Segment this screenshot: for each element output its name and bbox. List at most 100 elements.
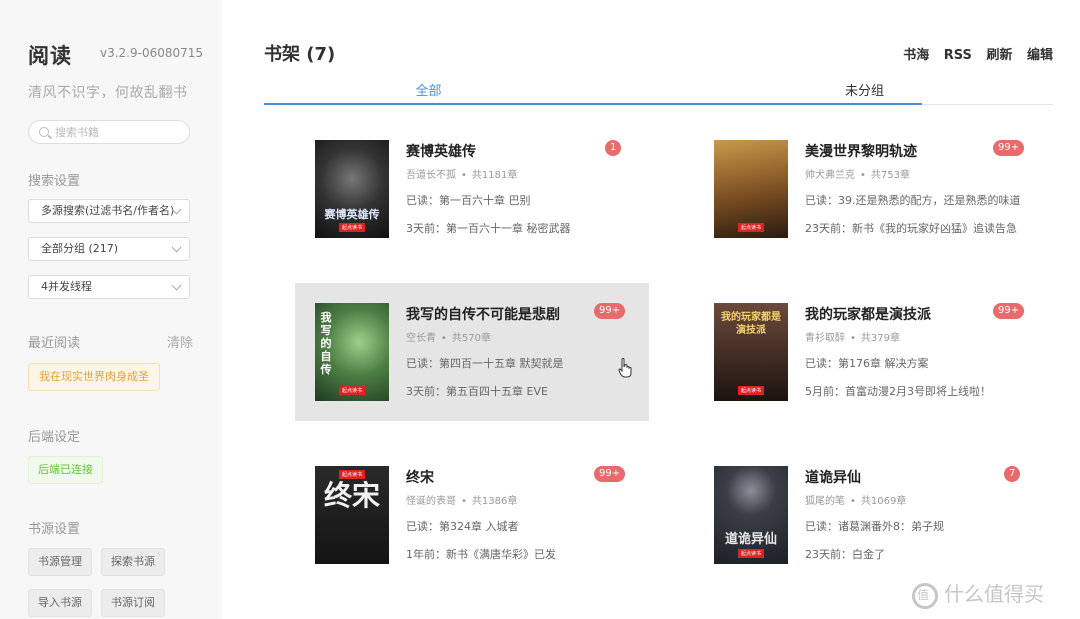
source-manage-button[interactable]: 书源管理 xyxy=(28,548,92,576)
book-card[interactable]: 道诡异仙 起点读书 道诡异仙 7 狐尾的笔 • 共1069章 已读：诸葛渊番外8：弟… xyxy=(694,446,1048,584)
book-author: 怪诞的表哥 xyxy=(406,496,456,507)
book-latest-chapter: 5月前：首富动漫2月3号即将上线啦！ xyxy=(805,385,991,398)
watermark-text: 什么值得买 xyxy=(944,582,1044,606)
book-latest-chapter: 3天前：第一百六十一章 秘密武器 xyxy=(406,222,571,235)
search-mode-select[interactable]: 多源搜索(过滤书名/作者名) xyxy=(28,199,190,223)
watermark-logo-icon xyxy=(912,582,938,609)
cover-title: 赛博英雄传 xyxy=(324,208,380,221)
book-cover: 我的玩家都是演技派 起点读书 xyxy=(714,303,788,401)
threads-select[interactable]: 4并发线程 xyxy=(28,275,190,299)
cover-title: 终宋 xyxy=(323,479,380,512)
rss-link[interactable]: RSS xyxy=(944,48,972,63)
book-card[interactable]: 起点读书 美漫世界黎明轨迹 99+ 帅犬弗兰克 • 共753章 已读：39.还是熟悉… xyxy=(694,120,1048,258)
cover-title: 道诡异仙 xyxy=(724,532,777,547)
book-author: 空长青 xyxy=(406,333,436,344)
tab-all[interactable]: 全部 xyxy=(264,80,593,99)
book-title: 我写的自传不可能是悲剧 xyxy=(406,307,560,323)
book-title: 我的玩家都是演技派 xyxy=(805,307,931,323)
clear-recent-link[interactable]: 清除 xyxy=(167,332,193,351)
publisher-mark: 起点读书 xyxy=(338,386,366,395)
app-motto: 清风不识字，何故乱翻书 xyxy=(28,85,188,101)
chevron-down-icon xyxy=(171,242,182,253)
chevron-down-icon xyxy=(171,280,182,291)
source-settings-title: 书源设置 xyxy=(28,522,81,537)
book-read-progress: 已读：39.还是熟悉的配方，还是熟悉的味道 xyxy=(805,194,1021,207)
book-latest-chapter: 23天前：白金了 xyxy=(805,548,885,561)
search-mode-value: 多源搜索(过滤书名/作者名) xyxy=(41,204,175,217)
book-read-progress: 已读：第四百一十五章 默契就是 xyxy=(406,357,564,370)
publisher-mark: 起点读书 xyxy=(737,223,765,232)
book-cover: 起点读书 xyxy=(714,140,788,238)
book-chapters: 共379章 xyxy=(860,333,900,344)
book-cover: 终宋 起点读书 xyxy=(315,466,389,564)
book-author: 吾道长不孤 xyxy=(406,170,456,181)
group-select[interactable]: 全部分组 (217) xyxy=(28,237,190,261)
book-read-progress: 已读：第176章 解决方案 xyxy=(805,357,929,370)
unread-badge: 99+ xyxy=(993,140,1025,156)
hand-cursor-icon xyxy=(618,358,632,378)
threads-select-value: 4并发线程 xyxy=(41,280,92,293)
recent-title: 最近阅读 xyxy=(28,336,81,351)
book-title: 道诡异仙 xyxy=(805,470,861,486)
backend-title: 后端设定 xyxy=(28,430,81,445)
book-meta: 吾道长不孤 • 共1181章 xyxy=(406,170,518,181)
header-actions: 书海 RSS 刷新 编辑 xyxy=(893,44,1053,63)
book-meta: 帅犬弗兰克 • 共753章 xyxy=(805,170,910,181)
edit-link[interactable]: 编辑 xyxy=(1027,48,1053,63)
publisher-mark: 起点读书 xyxy=(737,386,765,395)
sidebar: 阅读 v3.2.9-06080715 清风不识字，何故乱翻书 搜索设置 多源搜索… xyxy=(0,0,222,619)
book-meta: 青衫取醉 • 共379章 xyxy=(805,333,900,344)
book-read-progress: 已读：第一百六十章 巴别 xyxy=(406,194,531,207)
book-meta: 空长青 • 共570章 xyxy=(406,333,491,344)
unread-badge: 99+ xyxy=(993,303,1025,319)
book-author: 帅犬弗兰克 xyxy=(805,170,855,181)
book-chapters: 共1069章 xyxy=(860,496,907,507)
cover-title: 我的玩家都是演技派 xyxy=(721,312,781,336)
book-card[interactable]: 赛博英雄传 起点读书 赛博英雄传 1 吾道长不孤 • 共1181章 已读：第一百六十… xyxy=(295,120,649,258)
app-version: v3.2.9-06080715 xyxy=(100,46,204,60)
book-chapters: 共1181章 xyxy=(471,170,518,181)
unread-badge: 99+ xyxy=(594,303,626,319)
page-title: 书架 (7) xyxy=(264,44,336,65)
tab-ungrouped[interactable]: 未分组 xyxy=(700,80,1029,99)
tab-active-indicator xyxy=(264,103,922,105)
unread-badge: 99+ xyxy=(594,466,626,482)
book-latest-chapter: 23天前：新书《我的玩家好凶猛》追读告急 xyxy=(805,222,1017,235)
recent-book-tag[interactable]: 我在现实世界肉身成圣 xyxy=(28,363,160,391)
book-meta: 怪诞的表哥 • 共1386章 xyxy=(406,496,518,507)
unread-badge: 1 xyxy=(605,140,622,156)
book-chapters: 共570章 xyxy=(451,333,491,344)
source-subscribe-button[interactable]: 书源订阅 xyxy=(101,589,165,617)
source-explore-button[interactable]: 探索书源 xyxy=(101,548,165,576)
book-card[interactable]: 我写的自传 起点读书 我写的自传不可能是悲剧 99+ 空长青 • 共570章 已读：… xyxy=(295,283,649,421)
book-sea-link[interactable]: 书海 xyxy=(903,48,929,63)
book-title: 美漫世界黎明轨迹 xyxy=(805,144,917,160)
unread-badge: 7 xyxy=(1004,466,1021,482)
app-title: 阅读 xyxy=(28,44,72,68)
search-icon xyxy=(39,127,49,137)
refresh-link[interactable]: 刷新 xyxy=(986,48,1012,63)
book-author: 青衫取醉 xyxy=(805,333,845,344)
book-author: 狐尾的笔 xyxy=(805,496,845,507)
book-cover: 道诡异仙 起点读书 xyxy=(714,466,788,564)
book-read-progress: 已读：诸葛渊番外8：弟子规 xyxy=(805,520,944,533)
backend-status-badge: 后端已连接 xyxy=(28,456,103,484)
publisher-mark: 起点读书 xyxy=(338,223,366,232)
book-meta: 狐尾的笔 • 共1069章 xyxy=(805,496,907,507)
book-chapters: 共753章 xyxy=(870,170,910,181)
watermark: 什么值得买 xyxy=(912,578,1044,609)
book-card[interactable]: 终宋 起点读书 终宋 99+ 怪诞的表哥 • 共1386章 已读：第324章 入城者… xyxy=(295,446,649,584)
search-input[interactable] xyxy=(55,124,183,140)
book-read-progress: 已读：第324章 入城者 xyxy=(406,520,519,533)
book-title: 终宋 xyxy=(406,470,434,486)
publisher-mark: 起点读书 xyxy=(338,470,366,479)
source-import-button[interactable]: 导入书源 xyxy=(28,589,92,617)
search-settings-title: 搜索设置 xyxy=(28,174,81,189)
book-cover: 赛博英雄传 起点读书 xyxy=(315,140,389,238)
book-latest-chapter: 3天前：第五百四十五章 EVE xyxy=(406,385,548,398)
book-card[interactable]: 我的玩家都是演技派 起点读书 我的玩家都是演技派 99+ 青衫取醉 • 共379章 … xyxy=(694,283,1048,421)
book-title: 赛博英雄传 xyxy=(406,144,476,160)
search-box[interactable] xyxy=(28,120,190,144)
publisher-mark: 起点读书 xyxy=(737,549,765,558)
book-latest-chapter: 1年前：新书《满唐华彩》已发 xyxy=(406,548,556,561)
